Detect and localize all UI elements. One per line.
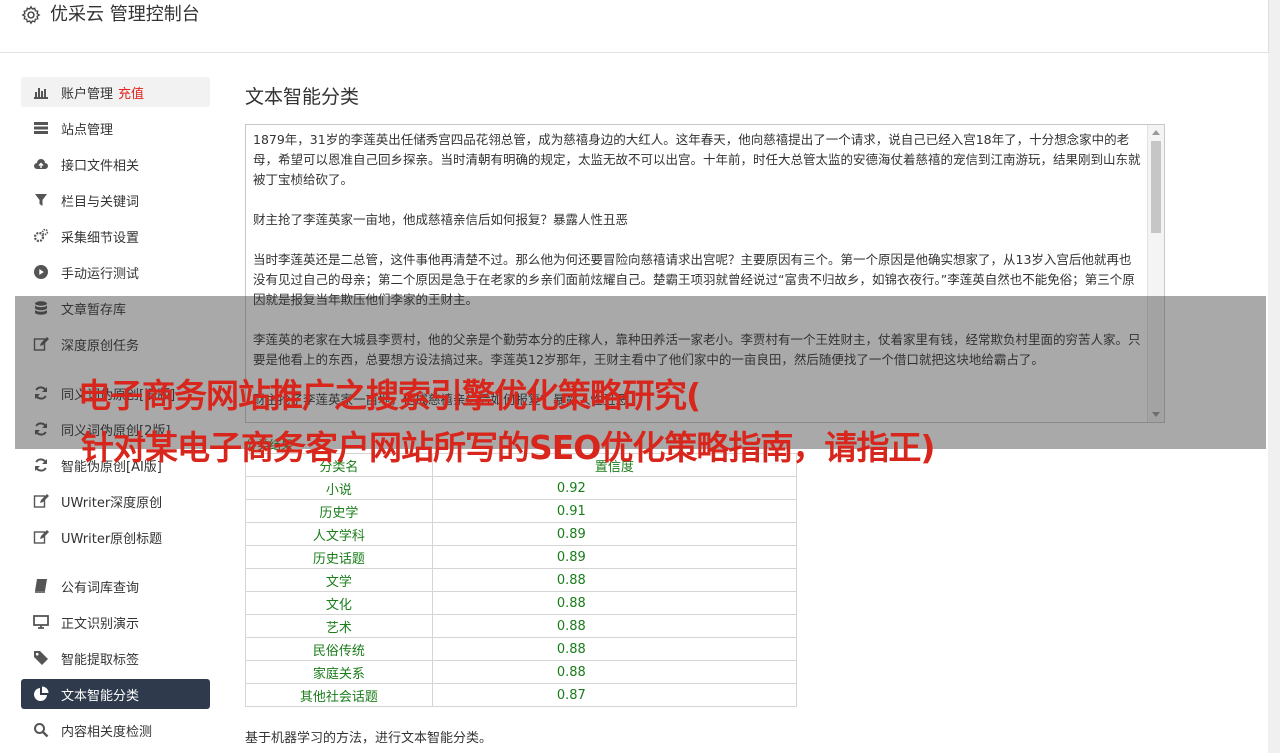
category-cell: 民俗传统: [245, 637, 433, 661]
category-cell: 小说: [245, 476, 433, 500]
sidebar-item-5[interactable]: 采集细节设置: [21, 221, 210, 251]
top-header: 优采云 管理控制台: [0, 0, 1269, 53]
sidebar-item-3[interactable]: 接口文件相关: [21, 149, 210, 179]
table-row: 人文学科 0.89: [245, 522, 798, 546]
search-icon: [33, 722, 49, 738]
sidebar-item-18[interactable]: 内容相关度检测: [21, 715, 210, 745]
sidebar-item-label: 栏目与关键词: [61, 194, 140, 210]
scrollbar-thumb[interactable]: [1151, 141, 1161, 233]
scroll-up-icon[interactable]: [1152, 130, 1160, 135]
sidebar-item-12[interactable]: UWriter深度原创: [21, 486, 210, 516]
sidebar-item-label: 站点管理: [61, 122, 114, 138]
refresh-icon: [33, 457, 49, 473]
confidence-cell: 0.87: [431, 683, 798, 707]
sidebar-item-label: 智能提取标签: [61, 652, 140, 668]
confidence-cell: 0.89: [431, 545, 798, 569]
sidebar-item-17[interactable]: 文本智能分类: [21, 679, 210, 709]
table-row: 小说 0.92: [245, 476, 798, 500]
table-row: 历史话题 0.89: [245, 545, 798, 569]
sidebar-item-6[interactable]: 手动运行测试: [21, 257, 210, 287]
edit-icon: [33, 493, 49, 509]
sidebar-item-label: 手动运行测试: [61, 266, 140, 282]
table-row: 文学 0.88: [245, 568, 798, 592]
page-title: 文本智能分类: [245, 86, 360, 108]
sidebar-item-label: UWriter深度原创: [61, 495, 163, 511]
gears-icon: [33, 228, 49, 244]
pie-chart-icon: [33, 686, 49, 702]
cloud-upload-icon: [33, 156, 49, 172]
sidebar-item-label: 采集细节设置: [61, 230, 140, 246]
confidence-cell: 0.88: [431, 637, 798, 661]
confidence-cell: 0.88: [431, 568, 798, 592]
sidebar-item-label: 公有词库查询: [61, 580, 140, 596]
sidebar-item-label: 文本智能分类: [61, 688, 140, 704]
confidence-cell: 0.91: [431, 499, 798, 523]
sidebar-item-label: 正文识别演示: [61, 616, 140, 632]
confidence-cell: 0.89: [431, 522, 798, 546]
server-icon: [33, 120, 49, 136]
headline-line-2: 针对某电子商务客户网站所写的SEO优化策略指南，请指正): [81, 428, 935, 467]
tag-icon: [33, 650, 49, 666]
main-content: 文本智能分类 1879年，31岁的李莲英出任储秀宫四品花翎总管，成为慈禧身边的大…: [245, 83, 1165, 746]
table-row: 民俗传统 0.88: [245, 637, 798, 661]
category-cell: 其他社会话题: [245, 683, 433, 707]
table-row: 其他社会话题 0.87: [245, 683, 798, 707]
bar-chart-icon: [33, 84, 49, 100]
sidebar-item-label: 内容相关度检测: [61, 724, 153, 740]
sidebar-item-13[interactable]: UWriter原创标题: [21, 522, 210, 552]
sidebar-item-4[interactable]: 栏目与关键词: [21, 185, 210, 215]
classification-table: 分类名 置信度 小说 0.92 历史学 0.91 人文学科 0.89 历史话题 0.89 文学 0…: [245, 453, 798, 707]
sidebar-item-15[interactable]: 正文识别演示: [21, 607, 210, 637]
sidebar-item-14[interactable]: 公有词库查询: [21, 571, 210, 601]
table-row: 家庭关系 0.88: [245, 660, 798, 684]
text-paragraph: 财主抢了李莲英家一亩地，他成慈禧亲信后如何报复？暴露人性丑恶: [253, 212, 629, 227]
sidebar-item-1[interactable]: 账户管理 充值: [21, 77, 210, 107]
confidence-cell: 0.88: [431, 614, 798, 638]
text-paragraph: 1879年，31岁的李莲英出任储秀宫四品花翎总管，成为慈禧身边的大红人。这年春天…: [253, 132, 1141, 187]
sidebar-item-2[interactable]: 站点管理: [21, 113, 210, 143]
table-row: 文化 0.88: [245, 591, 798, 615]
overlay-headline: 电子商务网站推广之搜索引擎优化策略研究( 针对某电子商务客户网站所写的SEO优化…: [78, 370, 1268, 474]
sidebar-item-label: 接口文件相关: [61, 158, 140, 174]
edit-icon: [33, 529, 49, 545]
category-cell: 历史话题: [245, 545, 433, 569]
gear-icon[interactable]: [20, 4, 42, 26]
monitor-icon: [33, 614, 49, 630]
sidebar-item-16[interactable]: 智能提取标签: [21, 643, 210, 673]
confidence-cell: 0.88: [431, 660, 798, 684]
table-row: 艺术 0.88: [245, 614, 798, 638]
category-cell: 文化: [245, 591, 433, 615]
console-title: 优采云 管理控制台: [50, 4, 200, 25]
category-cell: 人文学科: [245, 522, 433, 546]
play-icon: [33, 264, 49, 280]
sidebar-item-label: UWriter原创标题: [61, 531, 163, 547]
method-description: 基于机器学习的方法，进行文本智能分类。: [245, 731, 493, 746]
confidence-cell: 0.92: [431, 476, 798, 500]
sidebar-item-label: 账户管理: [61, 86, 114, 102]
recharge-link[interactable]: 充值: [118, 83, 144, 102]
category-cell: 艺术: [245, 614, 433, 638]
category-cell: 文学: [245, 568, 433, 592]
confidence-cell: 0.88: [431, 591, 798, 615]
headline-line-1: 电子商务网站推广之搜索引擎优化策略研究(: [78, 376, 701, 415]
category-cell: 历史学: [245, 499, 433, 523]
filter-icon: [33, 192, 49, 208]
category-cell: 家庭关系: [245, 660, 433, 684]
table-row: 历史学 0.91: [245, 499, 798, 523]
book-icon: [33, 578, 49, 594]
